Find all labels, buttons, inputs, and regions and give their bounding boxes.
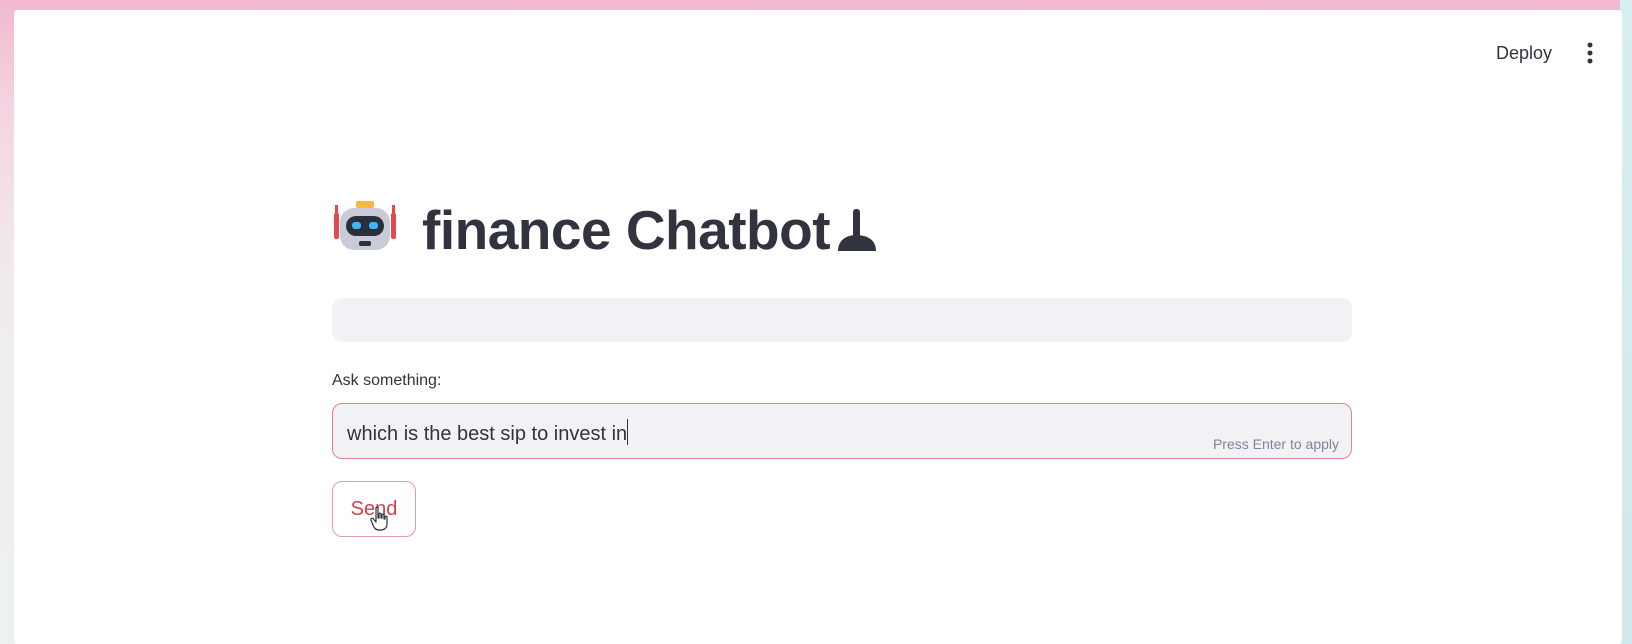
page-title-row: finance Chatbot xyxy=(328,190,1352,270)
question-input[interactable]: which is the best sip to invest in Press… xyxy=(332,403,1352,459)
robot-icon xyxy=(328,193,402,267)
deploy-button[interactable]: Deploy xyxy=(1496,43,1552,64)
plunger-icon xyxy=(834,203,882,257)
input-hint: Press Enter to apply xyxy=(1212,436,1339,452)
input-label: Ask something: xyxy=(332,372,442,389)
chat-history-container xyxy=(332,298,1352,342)
top-toolbar: Deploy xyxy=(1496,38,1600,68)
send-button[interactable]: Send xyxy=(332,481,416,537)
page-title: finance Chatbot xyxy=(422,199,831,261)
question-input-value[interactable]: which is the best sip to invest in xyxy=(347,419,629,446)
hand-pointer-icon xyxy=(369,506,391,532)
vertical-ellipsis-icon[interactable] xyxy=(1580,38,1600,68)
main-content: finance Chatbot Ask something: which is … xyxy=(332,190,1352,537)
app-window: Deploy finance Chatbot Ask something: wh… xyxy=(14,10,1622,644)
text-caret xyxy=(627,419,629,445)
